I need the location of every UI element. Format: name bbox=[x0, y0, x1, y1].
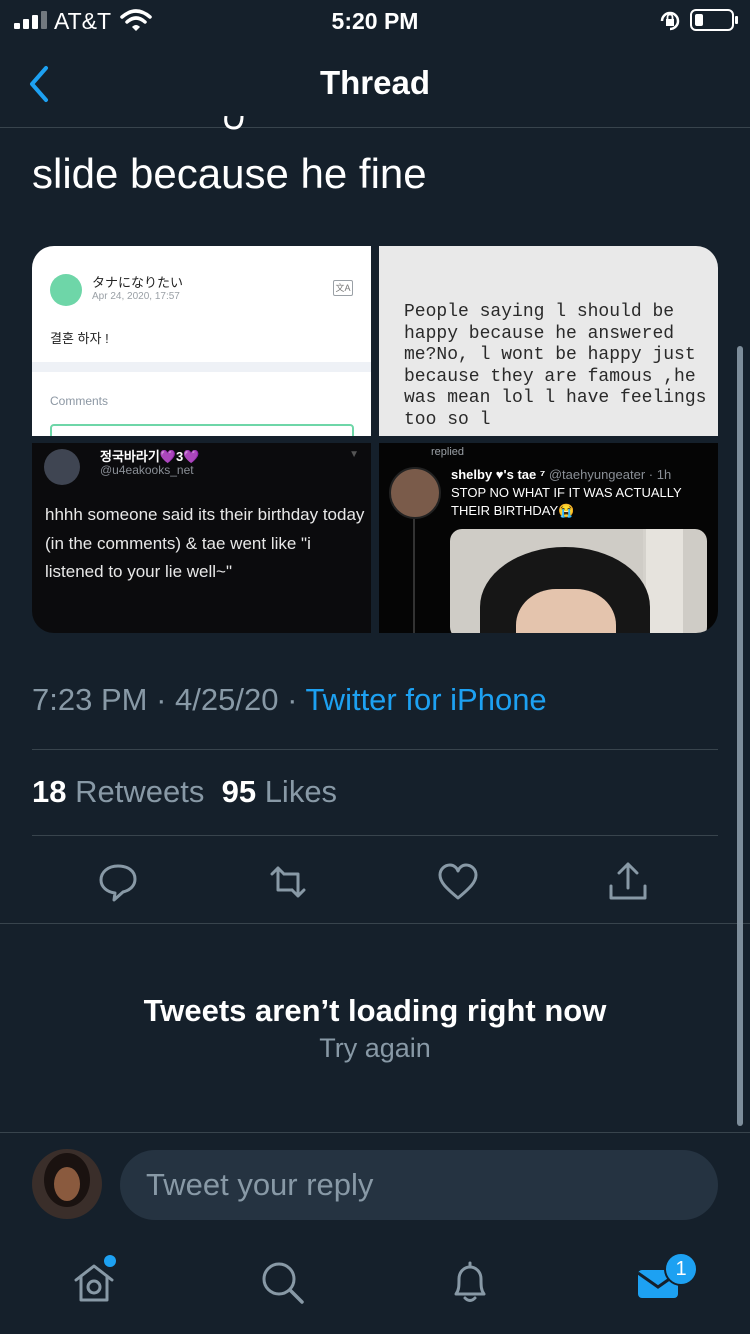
likes-stat[interactable]: 95 Likes bbox=[222, 774, 337, 809]
screenshot-tweet-body: hhhh someone said its their birthday tod… bbox=[45, 505, 365, 581]
avatar bbox=[44, 449, 80, 485]
tweet-action-bar bbox=[0, 860, 750, 904]
divider bbox=[0, 923, 750, 924]
tweet-time: 7:23 PM bbox=[32, 682, 148, 717]
share-icon[interactable] bbox=[606, 860, 650, 904]
screenshot-author: shelby ♥'s tae ⁷ @taehyungeater · 1h bbox=[451, 467, 672, 482]
tweet-date: 4/25/20 bbox=[175, 682, 279, 717]
like-icon[interactable] bbox=[436, 860, 480, 904]
home-unread-dot bbox=[104, 1255, 116, 1267]
notifications-icon[interactable] bbox=[446, 1258, 494, 1306]
comments-label: Comments bbox=[50, 394, 109, 408]
post-date: Apr 24, 2020, 17:57 bbox=[92, 291, 180, 302]
post-message: 결혼 하자 ! bbox=[50, 331, 109, 346]
media-image-3[interactable]: 정국바라기💜3💜 @u4eakooks_net ▼ hhhh someone s… bbox=[32, 443, 371, 633]
post-author: タナになりたい bbox=[92, 275, 184, 290]
comment-box bbox=[50, 424, 354, 436]
messages-badge: 1 bbox=[664, 1252, 698, 1286]
reply-input[interactable] bbox=[120, 1150, 718, 1220]
divider bbox=[32, 749, 718, 750]
battery-icon bbox=[690, 9, 738, 31]
app-logo-icon bbox=[50, 274, 82, 306]
tweet-source-link[interactable]: Twitter for iPhone bbox=[305, 682, 546, 717]
screenshot-tweet-body: STOP NO WHAT IF IT WAS ACTUALLY THEIR BI… bbox=[451, 485, 682, 518]
nav-bar: Thread bbox=[0, 42, 750, 128]
error-title: Tweets aren’t loading right now bbox=[143, 993, 607, 1028]
clipped-text-fragment bbox=[224, 116, 244, 130]
status-bar: AT&T 5:20 PM bbox=[0, 0, 750, 42]
translate-icon: 文A bbox=[333, 280, 353, 296]
tweet-stats: 18 Retweets 95 Likes bbox=[32, 774, 337, 810]
reply-icon[interactable] bbox=[96, 860, 140, 904]
embedded-photo bbox=[450, 529, 707, 633]
try-again-button[interactable]: Try again bbox=[0, 1033, 750, 1064]
media-image-4[interactable]: replied shelby ♥'s tae ⁷ @taehyungeater … bbox=[379, 443, 718, 633]
chevron-down-icon: ▼ bbox=[349, 449, 359, 460]
avatar[interactable] bbox=[32, 1149, 102, 1219]
retweets-stat[interactable]: 18 Retweets bbox=[32, 774, 204, 809]
divider bbox=[0, 1132, 750, 1133]
replied-label: replied bbox=[431, 446, 465, 458]
scrollbar[interactable] bbox=[737, 346, 743, 1126]
retweet-icon[interactable] bbox=[266, 860, 310, 904]
divider bbox=[32, 835, 718, 836]
screenshot-author-handle: @u4eakooks_net bbox=[100, 463, 194, 477]
media-image-2[interactable]: People saying l should be happy because … bbox=[379, 246, 718, 436]
status-time: 5:20 PM bbox=[331, 8, 419, 34]
page-title: Thread bbox=[319, 64, 431, 101]
typed-note-text: People saying l should be happy because … bbox=[404, 302, 707, 430]
search-icon[interactable] bbox=[258, 1258, 306, 1306]
avatar bbox=[389, 467, 441, 519]
orientation-lock-icon bbox=[660, 11, 680, 31]
tweet-media-grid[interactable]: タナになりたい Apr 24, 2020, 17:57 文A 결혼 하자 ! C… bbox=[32, 246, 718, 633]
media-image-1[interactable]: タナになりたい Apr 24, 2020, 17:57 文A 결혼 하자 ! C… bbox=[32, 246, 371, 436]
tweet-timestamp: 7:23 PM · 4/25/20 · Twitter for iPhone bbox=[32, 682, 547, 717]
tweet-text: slide because he fine bbox=[32, 150, 427, 197]
